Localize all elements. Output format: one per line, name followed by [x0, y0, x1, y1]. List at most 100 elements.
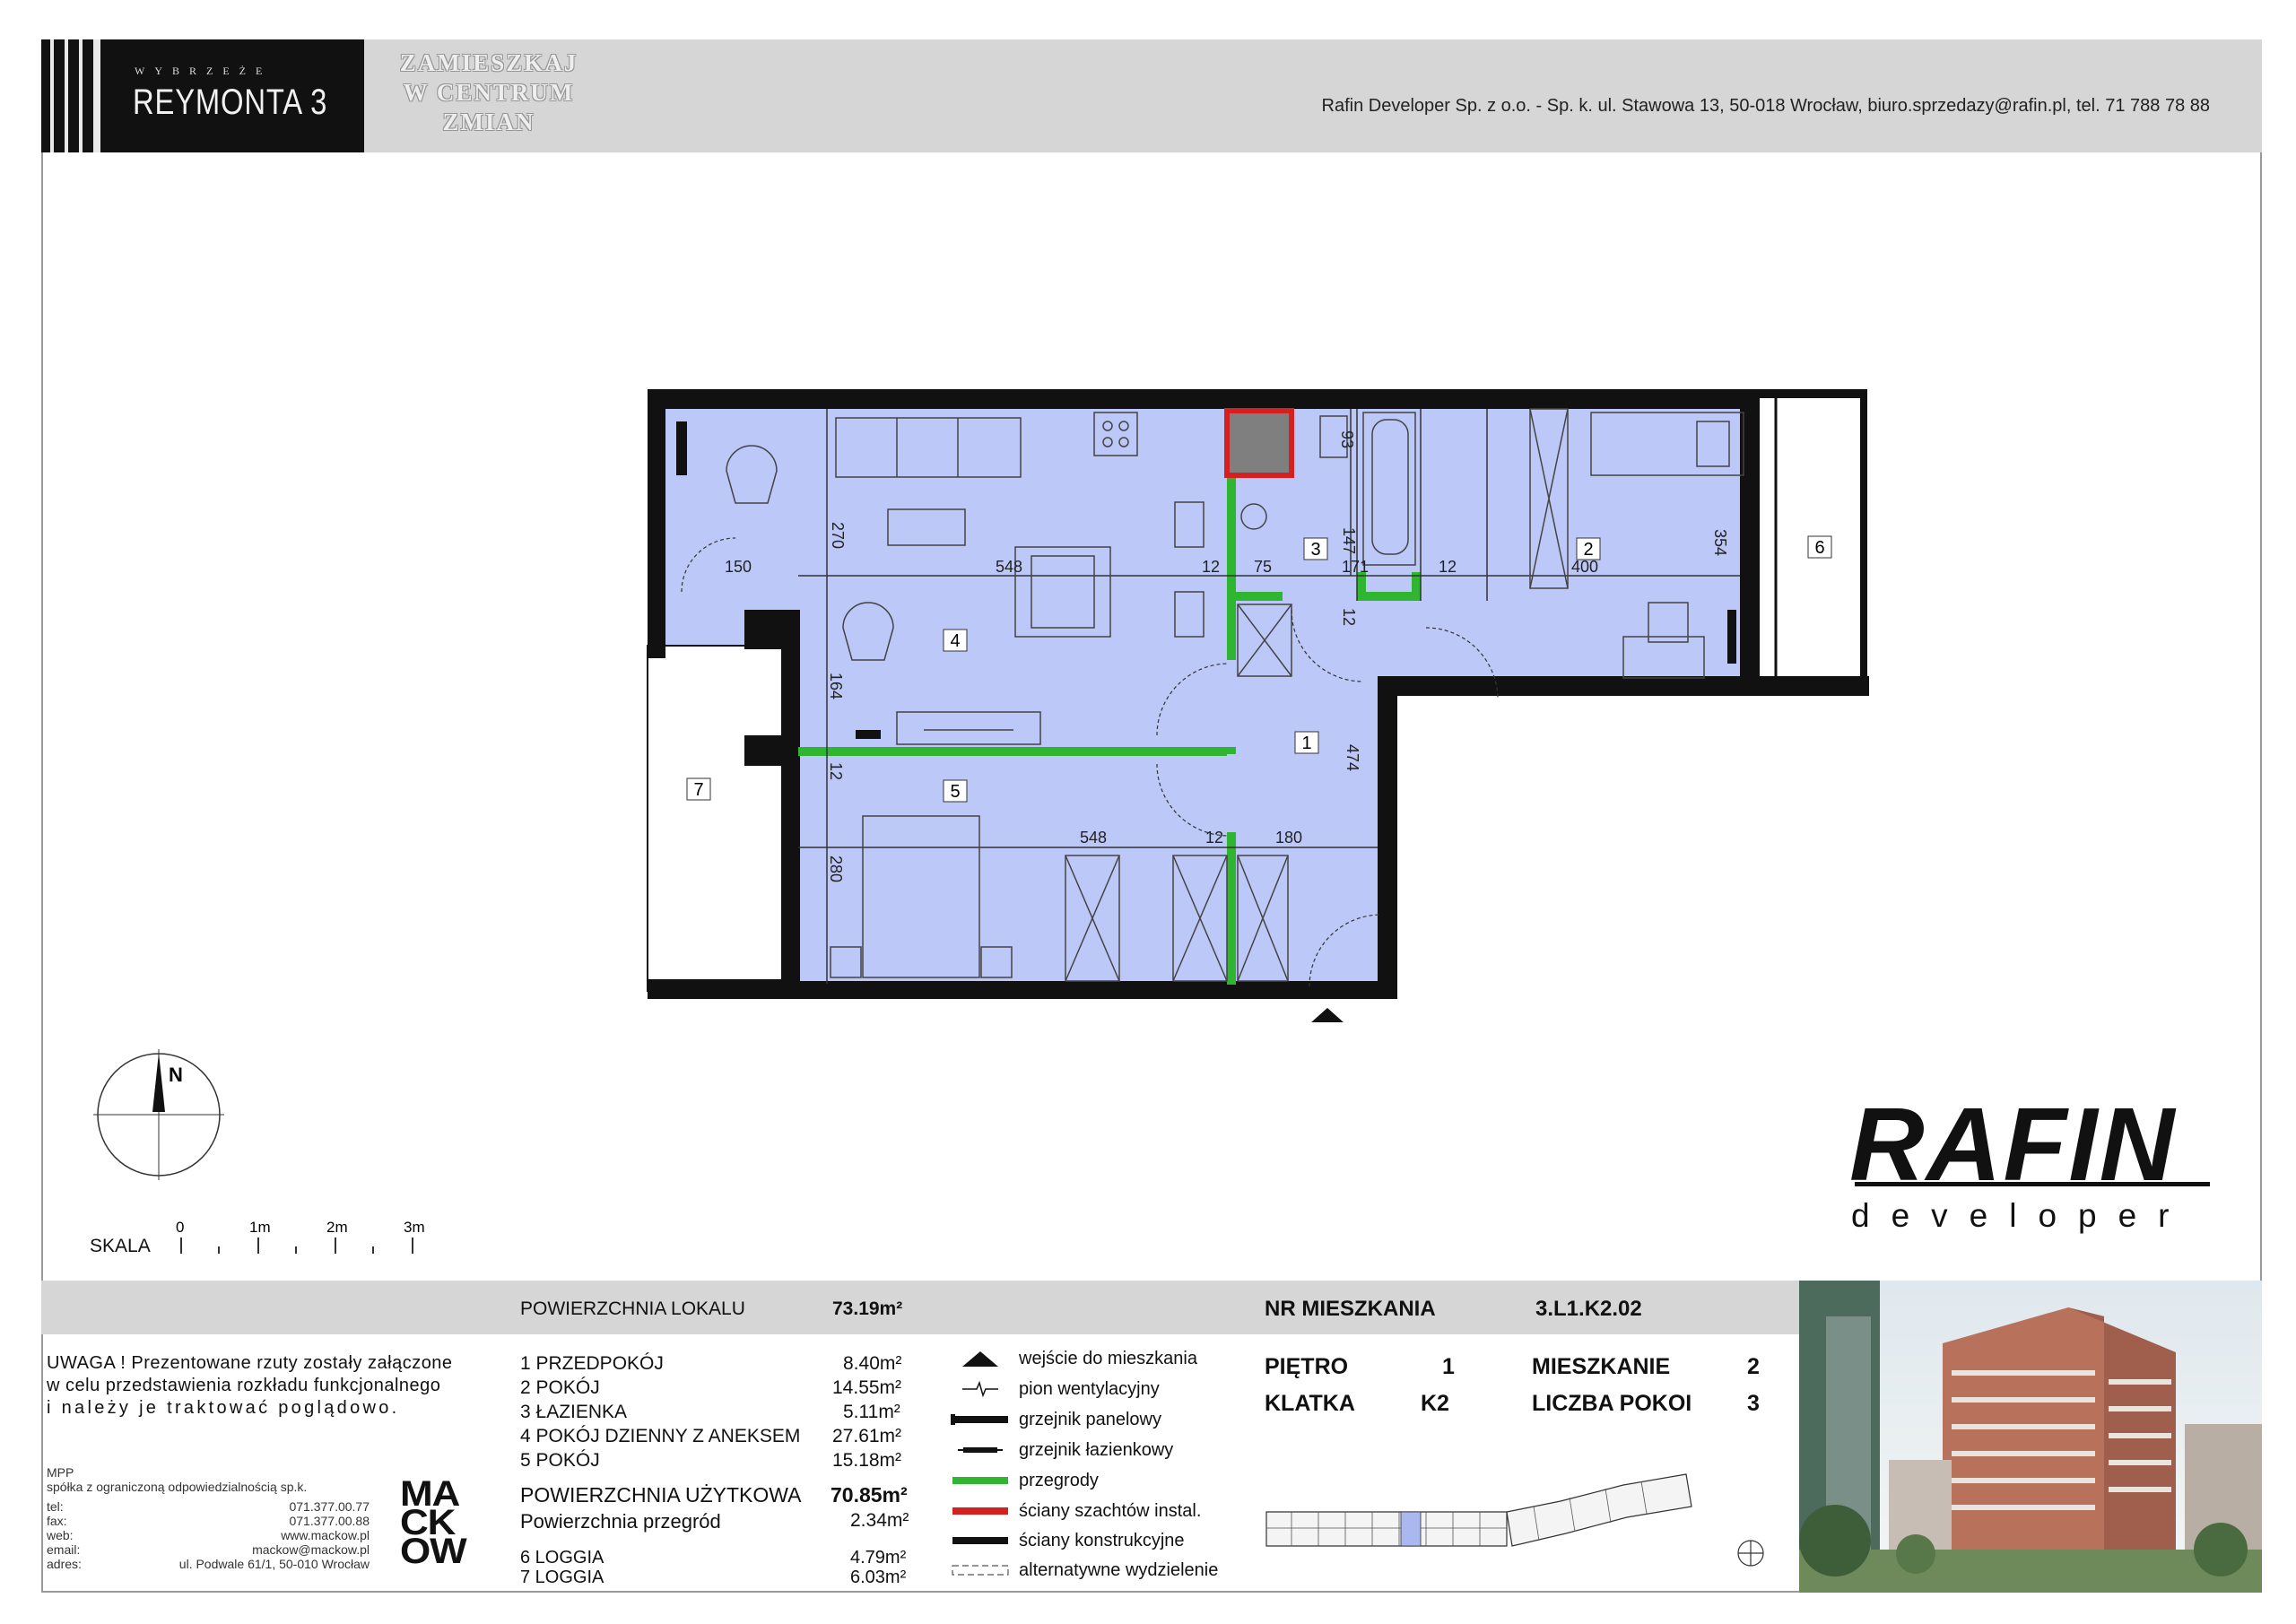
- svg-text:400: 400: [1571, 558, 1598, 576]
- room-2-value: 14.55m²: [832, 1377, 902, 1398]
- scale-label: SKALA: [90, 1236, 151, 1256]
- room-1-label: 1 PRZEDPOKÓJ: [520, 1353, 664, 1374]
- slogan: ZAMIESZKAJ W CENTRUM ZMIAN: [377, 48, 601, 137]
- legend-bathroom-radiator: grzejnik łazienkowy: [951, 1437, 1173, 1463]
- svg-text:548: 548: [1080, 829, 1107, 847]
- svg-text:1m: 1m: [249, 1219, 271, 1236]
- room-3-value: 5.11m²: [843, 1402, 900, 1422]
- entrance-triangle-icon: [962, 1351, 998, 1367]
- partitions-area-value: 2.34m²: [850, 1510, 909, 1531]
- shaft-wall-icon: [952, 1507, 1008, 1515]
- room-number: 2: [1583, 540, 1593, 560]
- room-4-value: 27.61m²: [832, 1426, 902, 1446]
- legend-panel-radiator: grzejnik panelowy: [951, 1406, 1161, 1433]
- legend-alternative-division: alternatywne wydzielenie: [951, 1557, 1218, 1584]
- architect-info: MPP spółka z ograniczoną odpowiedzialnoś…: [47, 1465, 370, 1571]
- legend-structural-walls: ściany konstrukcyjne: [951, 1527, 1185, 1554]
- loggia-7: [647, 645, 783, 992]
- building-visualization: [1799, 1281, 2262, 1593]
- slogan-line: W CENTRUM: [403, 79, 575, 106]
- svg-text:150: 150: [725, 558, 752, 576]
- developer-address: Rafin Developer Sp. z o.o. - Sp. k. ul. …: [1321, 96, 2210, 116]
- room-5-value: 15.18m²: [832, 1450, 902, 1471]
- floor-plan: 1 2 3 4 5 6 7 150 548 270 75 12 171 147 …: [647, 389, 1869, 1022]
- brand-name: REYMONTA 3: [133, 83, 328, 122]
- svg-text:147: 147: [1340, 527, 1358, 554]
- north-label: N: [169, 1064, 183, 1086]
- partition-icon: [952, 1477, 1008, 1484]
- loggia-6-value: 4.79m²: [850, 1548, 907, 1568]
- floor-value: 1: [1442, 1354, 1455, 1379]
- svg-text:12: 12: [827, 762, 845, 780]
- scale-bar: 0 1m 2m 3m: [176, 1219, 425, 1254]
- room-number: 6: [1814, 538, 1824, 558]
- north-compass: N: [93, 1049, 224, 1180]
- svg-text:93: 93: [1338, 430, 1356, 448]
- svg-text:75: 75: [1254, 558, 1272, 576]
- area-label: POWIERZCHNIA LOKALU: [520, 1298, 745, 1319]
- svg-text:12: 12: [1439, 558, 1457, 576]
- building-key-plan: [1265, 1473, 1764, 1567]
- rooms-count-label: LICZBA POKOI: [1532, 1391, 1692, 1416]
- legend-entrance: wejście do mieszkania: [951, 1345, 1197, 1372]
- disclaimer: UWAGA ! Prezentowane rzuty zostały załąc…: [47, 1353, 453, 1418]
- legend-partitions: przegrody: [951, 1467, 1099, 1494]
- room-1-value: 8.40m²: [843, 1353, 902, 1374]
- legend-ventilation: pion wentylacyjny: [951, 1376, 1160, 1403]
- svg-text:548: 548: [996, 558, 1022, 576]
- rafin-logo-line: [1855, 1182, 2210, 1186]
- room-number: 7: [693, 780, 703, 800]
- legend-shaft-walls: ściany szachtów instal.: [951, 1498, 1201, 1524]
- room-2-label: 2 POKÓJ: [520, 1377, 600, 1398]
- svg-text:12: 12: [1205, 829, 1223, 847]
- svg-text:0: 0: [176, 1219, 184, 1236]
- apartment-area: [660, 409, 1740, 984]
- entrance-arrow: [1311, 1008, 1344, 1022]
- svg-text:12: 12: [1340, 608, 1358, 626]
- room-3-label: 3 ŁAZIENKA: [520, 1402, 628, 1422]
- staircase-label: KLATKA: [1265, 1391, 1355, 1416]
- apartment-label: MIESZKANIE: [1532, 1354, 1671, 1379]
- apartment-highlight: [1400, 1511, 1422, 1547]
- room-number: 3: [1310, 540, 1320, 560]
- svg-text:474: 474: [1344, 744, 1361, 771]
- svg-text:2m: 2m: [326, 1219, 348, 1236]
- slogan-line: ZAMIESZKAJ: [399, 49, 578, 76]
- floor-label: PIĘTRO: [1265, 1354, 1349, 1379]
- alternative-division-icon: [952, 1565, 1009, 1576]
- svg-text:180: 180: [1275, 829, 1302, 847]
- north-arrow-icon: [152, 1053, 165, 1112]
- room-number: 1: [1301, 734, 1311, 753]
- room-4-label: 4 POKÓJ DZIENNY Z ANEKSEM: [520, 1426, 801, 1446]
- rafin-tagline: developer: [1851, 1197, 2191, 1234]
- structural-wall-icon: [952, 1537, 1008, 1544]
- bathroom-radiator-icon: [958, 1447, 1003, 1453]
- usable-area-value: 70.85m²: [831, 1483, 908, 1507]
- installation-shaft: [1224, 408, 1294, 478]
- rooms-count-value: 3: [1747, 1391, 1760, 1416]
- room-number: 4: [950, 631, 960, 651]
- rafin-logo: RAFIN: [1849, 1086, 2177, 1203]
- usable-area-label: POWIERZCHNIA UŻYTKOWA: [520, 1483, 802, 1507]
- loggia-7-value: 6.03m²: [850, 1568, 907, 1587]
- svg-text:171: 171: [1342, 558, 1369, 576]
- loggia-7-label: 7 LOGGIA: [520, 1568, 604, 1587]
- svg-text:3m: 3m: [404, 1219, 425, 1236]
- svg-text:354: 354: [1711, 529, 1729, 556]
- svg-text:280: 280: [827, 855, 845, 882]
- svg-text:164: 164: [827, 673, 845, 699]
- svg-text:270: 270: [829, 522, 847, 549]
- area-value: 73.19m²: [832, 1298, 903, 1319]
- room-5-label: 5 POKÓJ: [520, 1450, 600, 1471]
- brand-small-text: WYBRZEŻE: [135, 65, 273, 77]
- architect-logo: MA CK OW: [400, 1474, 467, 1571]
- apartment-value: 2: [1747, 1354, 1760, 1379]
- apartment-number-label: NR MIESZKANIA: [1265, 1297, 1436, 1321]
- room-number: 5: [950, 782, 960, 802]
- apartment-number-value: 3.L1.K2.02: [1535, 1297, 1642, 1321]
- loggia-6-label: 6 LOGGIA: [520, 1548, 604, 1568]
- staircase-value: K2: [1421, 1391, 1449, 1416]
- partitions-area-label: Powierzchnia przegród: [520, 1510, 721, 1533]
- svg-text:12: 12: [1202, 558, 1220, 576]
- ventilation-icon: [962, 1380, 998, 1398]
